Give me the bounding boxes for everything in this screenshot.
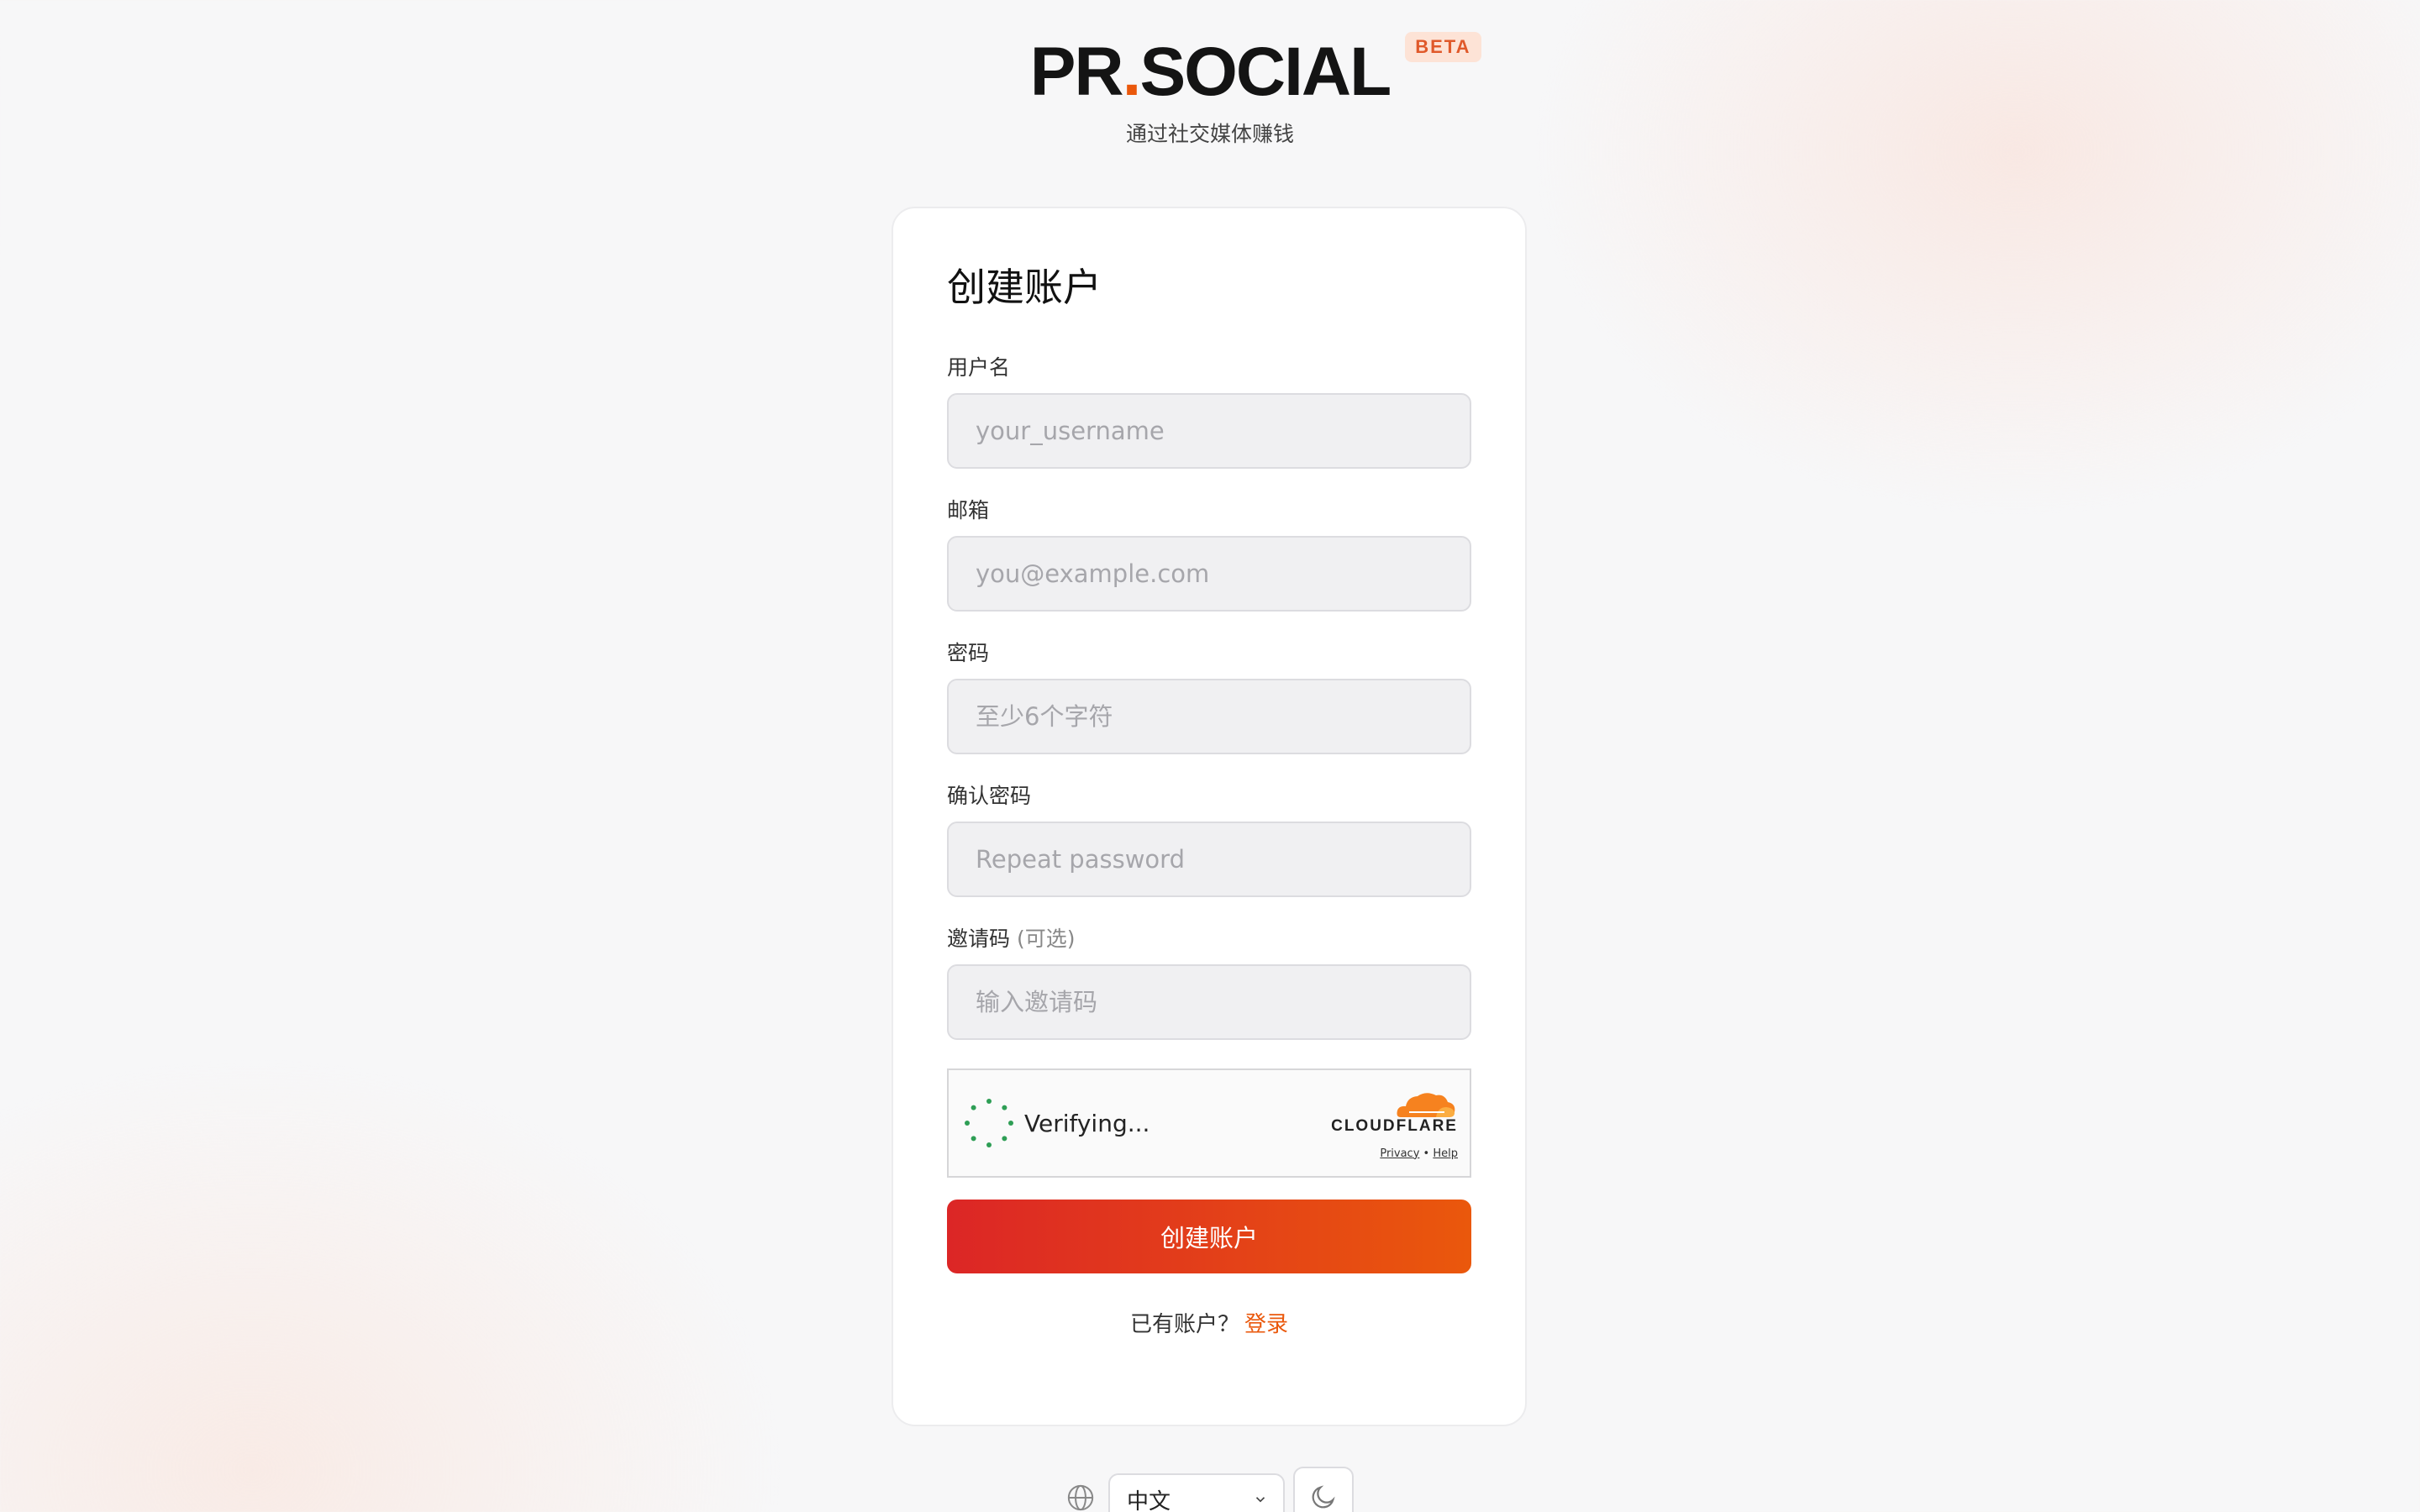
- captcha-privacy-link[interactable]: Privacy: [1380, 1147, 1419, 1160]
- email-input[interactable]: [947, 536, 1471, 612]
- email-label: 邮箱: [947, 498, 990, 522]
- captcha-status-text: Verifying...: [1024, 1109, 1150, 1137]
- chevron-down-icon: [1255, 1497, 1265, 1503]
- confirm-password-field-group: 确认密码: [947, 783, 1471, 897]
- theme-toggle-button[interactable]: [1293, 1467, 1354, 1512]
- invite-code-field-group: 邀请码 (可选): [947, 926, 1471, 1040]
- captcha-links-separator: •: [1423, 1147, 1430, 1160]
- brand-header: PR.SOCIAL BETA 通过社交媒体赚钱: [0, 32, 2420, 148]
- language-select[interactable]: 中文: [1108, 1473, 1285, 1512]
- username-field-group: 用户名: [947, 354, 1471, 469]
- password-input[interactable]: [947, 679, 1471, 754]
- optional-hint: (可选): [1016, 927, 1076, 951]
- spinner-icon: [965, 1099, 1013, 1147]
- password-field-group: 密码: [947, 640, 1471, 754]
- footer-controls: 中文: [0, 1467, 2420, 1512]
- language-select-value: 中文: [1127, 1488, 1171, 1512]
- beta-badge: BETA: [1405, 32, 1481, 62]
- cloudflare-cloud-icon: [1397, 1092, 1455, 1117]
- tagline: 通过社交媒体赚钱: [1125, 122, 1294, 146]
- signup-card: 创建账户 用户名 邮箱 密码 确认密码 邀请码 (可选): [892, 207, 1527, 1426]
- username-input[interactable]: [947, 393, 1471, 469]
- captcha-widget[interactable]: Verifying... CLOUDFLARE Privacy • Help: [947, 1068, 1471, 1178]
- signin-prompt: 已有账户？ 登录: [947, 1307, 1471, 1338]
- captcha-status: Verifying...: [962, 1096, 1150, 1150]
- cloudflare-logo: CLOUDFLARE: [1331, 1087, 1458, 1136]
- invite-code-label: 邀请码 (可选): [947, 927, 1076, 951]
- confirm-password-label: 确认密码: [947, 784, 1032, 808]
- invite-code-input[interactable]: [947, 964, 1471, 1040]
- logo-wrap: PR.SOCIAL BETA: [1029, 32, 1481, 113]
- moon-icon: [1312, 1485, 1335, 1509]
- cloudflare-wordmark: CLOUDFLARE: [1331, 1116, 1458, 1135]
- confirm-password-input[interactable]: [947, 822, 1471, 897]
- email-field-group: 邮箱: [947, 497, 1471, 612]
- signin-prompt-text: 已有账户？: [1129, 1312, 1239, 1337]
- username-label: 用户名: [947, 355, 1011, 380]
- logo: PR.SOCIAL: [1029, 34, 1392, 110]
- captcha-help-link[interactable]: Help: [1433, 1147, 1458, 1160]
- password-label: 密码: [947, 641, 990, 665]
- signin-link[interactable]: 登录: [1244, 1312, 1288, 1337]
- card-title: 创建账户: [947, 265, 1102, 310]
- globe-icon: [1067, 1484, 1094, 1511]
- cloudflare-branding: CLOUDFLARE Privacy • Help: [1331, 1087, 1458, 1160]
- captcha-links: Privacy • Help: [1380, 1147, 1458, 1160]
- create-account-button[interactable]: 创建账户: [947, 1200, 1471, 1273]
